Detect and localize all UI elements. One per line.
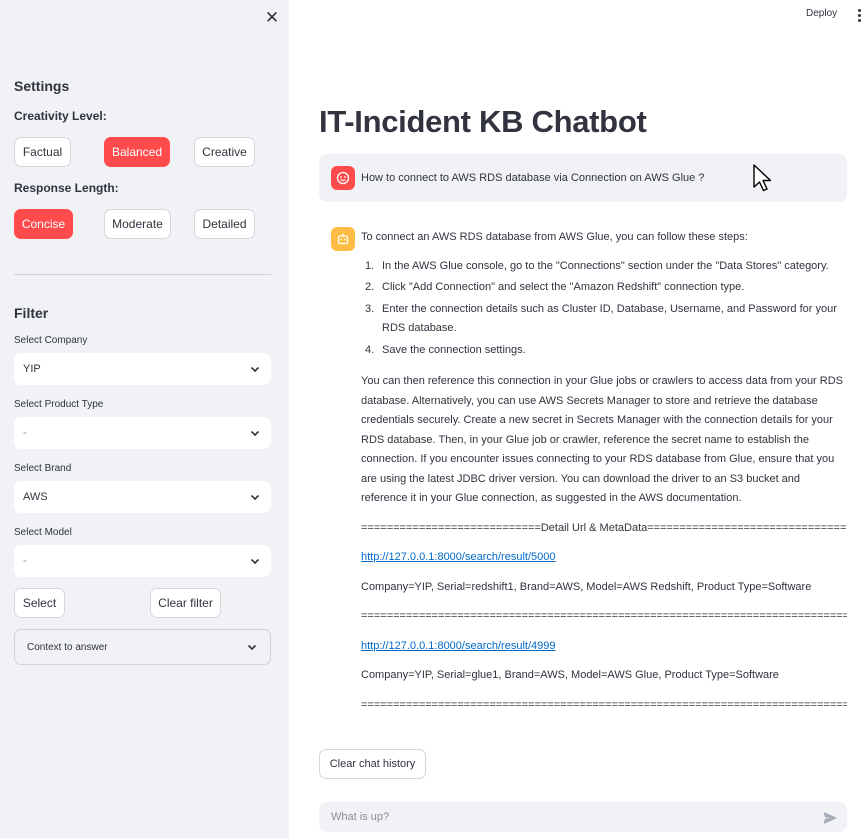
user-message-text: How to connect to AWS RDS database via C… [361,172,705,184]
select-company-label: Select Company [14,335,88,346]
close-icon[interactable]: ✕ [262,8,282,28]
metadata-line: Company=YIP, Serial=redshift1, Brand=AWS… [361,580,812,593]
creativity-balanced-button[interactable]: Balanced [104,137,170,167]
chevron-down-icon [247,644,257,651]
steps-list: 1. In the AWS Glue console, go to the "Co… [361,257,847,361]
step-number: 3. [365,302,375,315]
creativity-label: Creativity Level: [14,109,107,123]
deploy-button[interactable]: Deploy [806,8,837,19]
list-item: 4. Save the connection settings. [361,341,847,361]
company-select[interactable]: YIP [14,353,271,385]
company-select-value: YIP [23,363,41,375]
chevron-down-icon [250,558,260,565]
metadata-line: Company=YIP, Serial=glue1, Brand=AWS, Mo… [361,669,779,681]
select-model-label: Select Model [14,527,72,538]
step-text: Click "Add Connection" and select the "A… [382,281,745,293]
chat-input[interactable] [319,802,847,832]
metadata-header: ============================Detail Url &… [361,521,847,534]
separator: ========================================… [361,610,847,622]
user-avatar-icon [331,166,355,190]
send-icon[interactable] [822,810,838,826]
model-select[interactable]: - [14,545,271,577]
step-text: In the AWS Glue console, go to the "Conn… [382,259,829,272]
context-expander[interactable]: Context to answer [14,629,271,665]
assistant-paragraph: You can then reference this connection i… [361,375,844,504]
select-product-type-label: Select Product Type [14,399,104,410]
context-expander-label: Context to answer [27,641,108,653]
model-select-value: - [23,555,27,567]
sidebar-divider [14,274,271,275]
chevron-down-icon [250,366,260,373]
response-length-label: Response Length: [14,181,119,195]
creativity-factual-button[interactable]: Factual [14,137,71,167]
assistant-message: To connect an AWS RDS database from AWS … [361,228,847,725]
filter-heading: Filter [14,305,49,321]
assistant-intro: To connect an AWS RDS database from AWS … [361,231,748,243]
product-type-select[interactable]: - [14,417,271,449]
step-text: Enter the connection details such as Clu… [382,302,837,335]
list-item: 2. Click "Add Connection" and select the … [361,278,847,298]
brand-select-value: AWS [23,491,48,503]
chevron-down-icon [250,494,260,501]
settings-heading: Settings [14,78,70,94]
assistant-avatar-icon [331,227,355,251]
result-link-5000[interactable]: http://127.0.0.1:8000/search/result/5000 [361,551,555,563]
sidebar: ✕ Settings Creativity Level: Factual Bal… [0,0,289,838]
list-item: 3. Enter the connection details such as C… [361,300,847,339]
step-number: 4. [365,343,375,356]
result-link-4999[interactable]: http://127.0.0.1:8000/search/result/4999 [361,640,555,652]
mouse-cursor-icon [753,164,772,192]
creativity-creative-button[interactable]: Creative [194,137,255,167]
length-detailed-button[interactable]: Detailed [194,209,255,239]
select-brand-label: Select Brand [14,463,72,474]
chevron-down-icon [250,430,260,437]
step-number: 1. [365,259,375,272]
product-type-select-value: - [23,427,27,439]
list-item: 1. In the AWS Glue console, go to the "Co… [361,257,847,277]
brand-select[interactable]: AWS [14,481,271,513]
select-button[interactable]: Select [14,588,65,618]
step-number: 2. [365,281,375,293]
length-concise-button[interactable]: Concise [14,209,73,239]
separator: ========================================… [361,698,847,711]
page-title: IT-Incident KB Chatbot [319,104,647,139]
length-moderate-button[interactable]: Moderate [104,209,171,239]
clear-filter-button[interactable]: Clear filter [150,588,221,618]
step-text: Save the connection settings. [382,343,526,356]
main-menu-icon[interactable] [858,8,864,24]
clear-chat-history-button[interactable]: Clear chat history [319,749,426,779]
